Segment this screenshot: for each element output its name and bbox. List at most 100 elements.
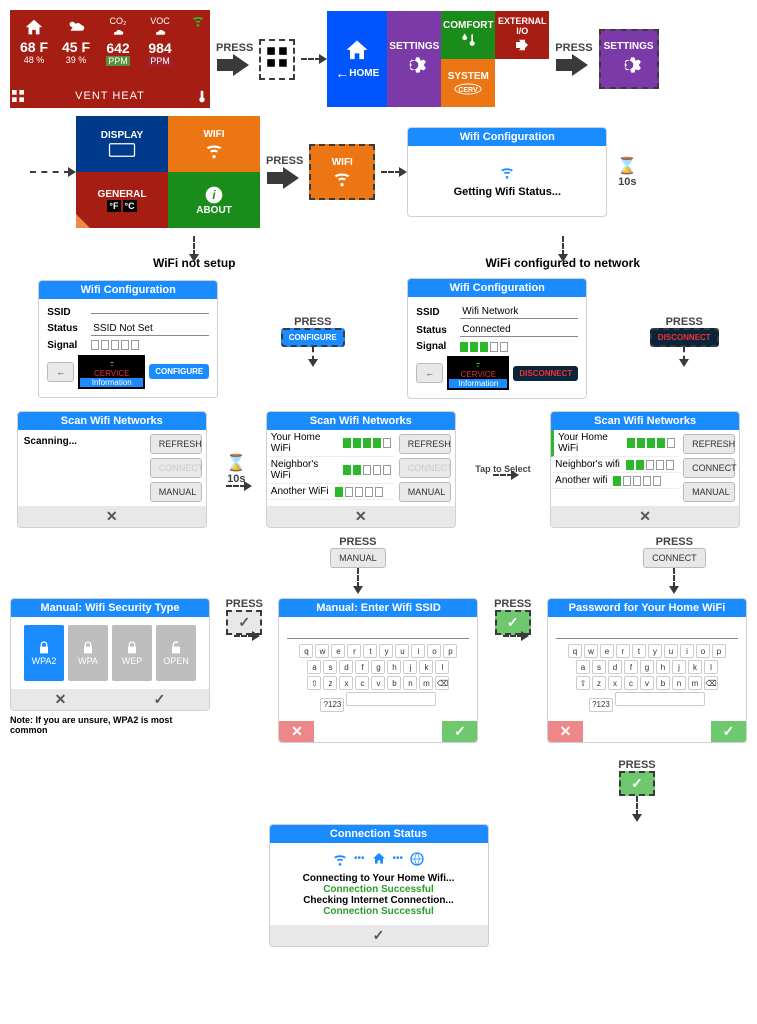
shift-key[interactable]: ⇧ bbox=[576, 676, 590, 690]
configure-button[interactable]: CONFIGURE bbox=[281, 328, 345, 347]
shift-key[interactable]: ⇧ bbox=[307, 676, 321, 690]
key-w[interactable]: w bbox=[584, 644, 598, 658]
key-v[interactable]: v bbox=[371, 676, 385, 690]
key-y[interactable]: y bbox=[379, 644, 393, 658]
key-f[interactable]: f bbox=[624, 660, 638, 674]
key-k[interactable]: k bbox=[688, 660, 702, 674]
close-button[interactable]: ✕ bbox=[551, 506, 739, 527]
confirm-button[interactable]: ✓ bbox=[270, 925, 488, 946]
key-o[interactable]: o bbox=[427, 644, 441, 658]
cervice-badge[interactable]: CERVICE Information bbox=[447, 356, 509, 390]
system-tile[interactable]: SYSTEM CERV bbox=[441, 59, 495, 107]
refresh-button[interactable]: REFRESH bbox=[399, 434, 451, 454]
key-d[interactable]: d bbox=[608, 660, 622, 674]
key-l[interactable]: l bbox=[704, 660, 718, 674]
security-option-wpa2[interactable]: WPA2 bbox=[24, 625, 64, 681]
key-t[interactable]: t bbox=[632, 644, 646, 658]
key-o[interactable]: o bbox=[696, 644, 710, 658]
general-tile[interactable]: GENERAL °F°C bbox=[76, 172, 168, 228]
about-tile[interactable]: i ABOUT bbox=[168, 172, 260, 228]
key-e[interactable]: e bbox=[600, 644, 614, 658]
key-c[interactable]: c bbox=[355, 676, 369, 690]
key-b[interactable]: b bbox=[656, 676, 670, 690]
back-corner-icon[interactable] bbox=[76, 214, 90, 228]
key-b[interactable]: b bbox=[387, 676, 401, 690]
confirm-button[interactable]: ✓ bbox=[619, 771, 655, 796]
cervice-badge[interactable]: CERVICE Information bbox=[78, 355, 145, 389]
key-g[interactable]: g bbox=[640, 660, 654, 674]
space-key[interactable] bbox=[346, 692, 436, 706]
key-f[interactable]: f bbox=[355, 660, 369, 674]
back-button[interactable]: ← bbox=[47, 362, 74, 382]
backspace-key[interactable]: ⌫ bbox=[704, 676, 718, 690]
key-s[interactable]: s bbox=[592, 660, 606, 674]
key-z[interactable]: z bbox=[323, 676, 337, 690]
manual-button[interactable]: MANUAL bbox=[399, 482, 451, 502]
cancel-button[interactable]: ✕ bbox=[279, 721, 314, 742]
password-input[interactable] bbox=[556, 625, 738, 639]
grid-button-box[interactable] bbox=[259, 39, 295, 80]
manual-button[interactable]: MANUAL bbox=[150, 482, 202, 502]
manual-button[interactable]: MANUAL bbox=[330, 548, 386, 568]
network-item[interactable]: Another wifi bbox=[551, 473, 679, 489]
key-n[interactable]: n bbox=[403, 676, 417, 690]
cancel-button[interactable]: ✕ bbox=[548, 721, 583, 742]
key-a[interactable]: a bbox=[307, 660, 321, 674]
configure-button[interactable]: CONFIGURE bbox=[149, 364, 209, 379]
security-option-open[interactable]: OPEN bbox=[156, 625, 196, 681]
wifi-tile[interactable]: WIFI bbox=[168, 116, 260, 172]
key-d[interactable]: d bbox=[339, 660, 353, 674]
key-y[interactable]: y bbox=[648, 644, 662, 658]
key-m[interactable]: m bbox=[419, 676, 433, 690]
refresh-button[interactable]: REFRESH bbox=[150, 434, 202, 454]
security-option-wpa[interactable]: WPA bbox=[68, 625, 108, 681]
home-dashboard[interactable]: 68 F 48 % 45 F 39 % CO₂ 642 PPM VOC 984 … bbox=[10, 10, 210, 108]
key-g[interactable]: g bbox=[371, 660, 385, 674]
key-h[interactable]: h bbox=[387, 660, 401, 674]
key-x[interactable]: x bbox=[339, 676, 353, 690]
key-r[interactable]: r bbox=[347, 644, 361, 658]
key-u[interactable]: u bbox=[664, 644, 678, 658]
key-k[interactable]: k bbox=[419, 660, 433, 674]
home-tile[interactable]: ←HOME bbox=[327, 11, 387, 107]
key-i[interactable]: i bbox=[680, 644, 694, 658]
network-item[interactable]: Your Home WiFi bbox=[267, 430, 395, 457]
key-h[interactable]: h bbox=[656, 660, 670, 674]
num-key[interactable]: ?123 bbox=[589, 698, 613, 712]
settings-button[interactable]: SETTINGS bbox=[599, 29, 659, 89]
confirm-button[interactable]: ✓ bbox=[711, 721, 746, 742]
network-item[interactable]: Neighbor's wifi bbox=[551, 457, 679, 473]
disconnect-button[interactable]: DISCONNECT bbox=[513, 366, 578, 381]
key-c[interactable]: c bbox=[624, 676, 638, 690]
manual-button[interactable]: MANUAL bbox=[683, 482, 735, 502]
network-item[interactable]: Neighbor's WiFi bbox=[267, 457, 395, 484]
cancel-button[interactable]: ✕ bbox=[11, 689, 110, 710]
display-tile[interactable]: DISPLAY bbox=[76, 116, 168, 172]
key-q[interactable]: q bbox=[299, 644, 313, 658]
key-s[interactable]: s bbox=[323, 660, 337, 674]
confirm-button[interactable]: ✓ bbox=[110, 689, 209, 710]
key-u[interactable]: u bbox=[395, 644, 409, 658]
key-e[interactable]: e bbox=[331, 644, 345, 658]
key-j[interactable]: j bbox=[403, 660, 417, 674]
connect-button[interactable]: CONNECT bbox=[683, 458, 735, 478]
close-button[interactable]: ✕ bbox=[18, 506, 206, 527]
external-io-tile[interactable]: EXTERNAL I/O bbox=[495, 11, 549, 59]
key-r[interactable]: r bbox=[616, 644, 630, 658]
network-item-selected[interactable]: Your Home WiFi bbox=[551, 430, 679, 457]
key-w[interactable]: w bbox=[315, 644, 329, 658]
confirm-button[interactable]: ✓ bbox=[442, 721, 477, 742]
space-key[interactable] bbox=[615, 692, 705, 706]
security-option-wep[interactable]: WEP bbox=[112, 625, 152, 681]
refresh-button[interactable]: REFRESH bbox=[683, 434, 735, 454]
key-i[interactable]: i bbox=[411, 644, 425, 658]
key-z[interactable]: z bbox=[592, 676, 606, 690]
key-j[interactable]: j bbox=[672, 660, 686, 674]
key-x[interactable]: x bbox=[608, 676, 622, 690]
ssid-input[interactable] bbox=[287, 625, 469, 639]
settings-tile[interactable]: SETTINGS bbox=[387, 11, 441, 107]
grid-icon[interactable] bbox=[10, 88, 26, 104]
thermometer-icon[interactable] bbox=[194, 88, 210, 104]
back-button[interactable]: ← bbox=[416, 363, 443, 383]
comfort-tile[interactable]: COMFORT bbox=[441, 11, 495, 59]
